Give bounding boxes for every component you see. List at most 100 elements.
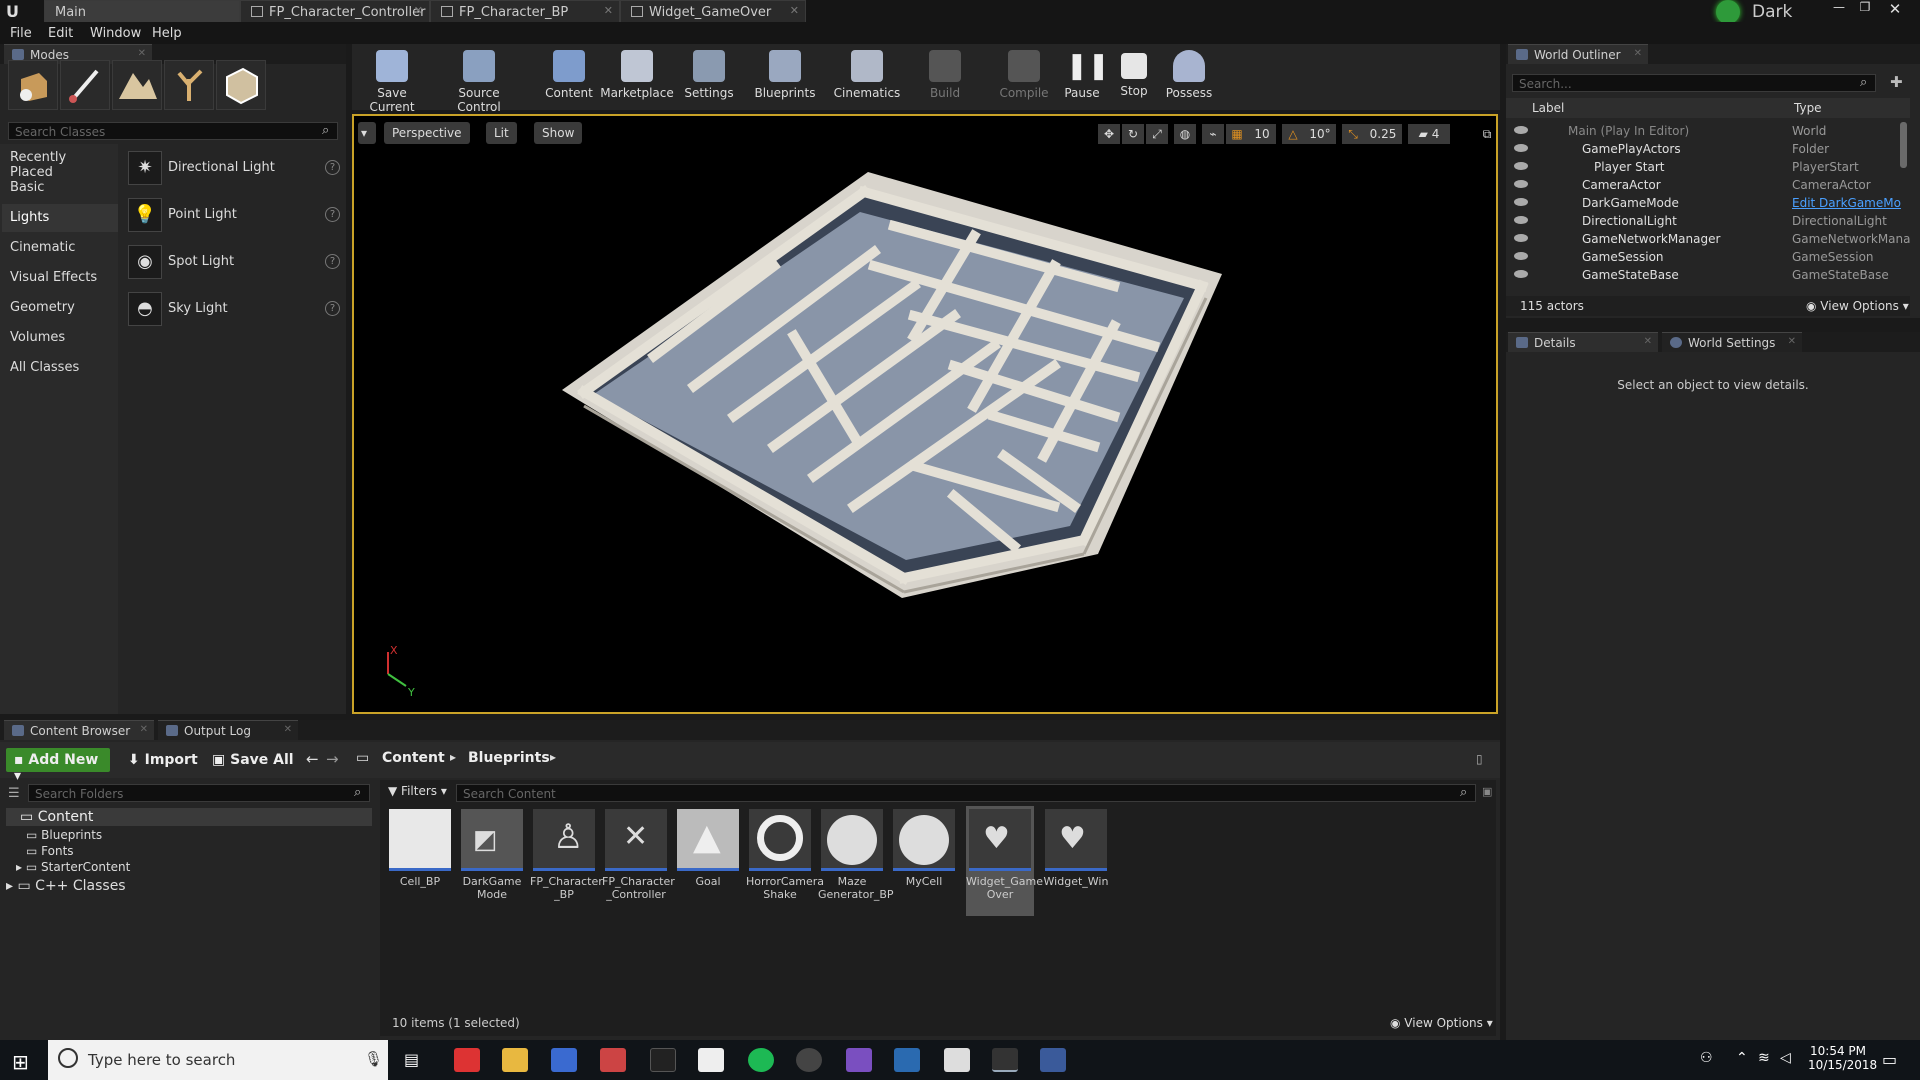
add-new-button[interactable]: ▪ Add New ▾ [6,748,110,784]
tab-details[interactable]: Details ✕ [1508,332,1658,352]
maximize-button[interactable]: ❐ [1854,0,1876,14]
sky-light-item[interactable]: ◓ Sky Light? [126,289,342,331]
tab-fp-character-bp[interactable]: FP_Character_BP ✕ [430,0,620,22]
breadcrumb-blueprints[interactable]: Blueprints [468,750,550,766]
app-icon[interactable] [698,1048,724,1072]
spot-light-item[interactable]: ◉ Spot Light? [126,242,342,284]
directional-light-item[interactable]: ✷ Directional Light? [126,148,342,190]
breadcrumb-content[interactable]: Content [382,750,445,766]
tree-item-content[interactable]: ▭ Content [6,808,372,826]
tab-fp-character-controller[interactable]: FP_Character_Controller ✕ [240,0,430,22]
tab-widget-gameover[interactable]: Widget_GameOver ✕ [620,0,806,22]
outliner-row[interactable]: DarkGameMode Edit DarkGameMo [1508,194,1908,212]
asset-widget-win[interactable]: ♥ Widget_Win [1042,806,1110,916]
import-button[interactable]: ⬇ Import [120,748,206,772]
asset-horrorcamerashake[interactable]: HorrorCamera Shake [746,806,824,916]
outliner-row[interactable]: GamePlayActors Folder [1508,140,1908,158]
visibility-icon[interactable] [1514,234,1528,242]
chevron-up-icon[interactable]: ⌃ [1736,1050,1748,1066]
asset-mazegenerator-bp[interactable]: Maze Generator_BP [818,806,894,916]
save-all-button[interactable]: ▣ Save All [204,748,302,772]
help-icon[interactable]: ? [325,160,340,175]
foliage-mode-icon[interactable] [164,60,214,110]
compile-button[interactable]: Compile [996,48,1052,108]
tab-content-browser[interactable]: Content Browser ✕ [4,720,154,740]
content-button[interactable]: Content [542,48,596,108]
clock[interactable]: 10:54 PM 10/15/2018 [1808,1044,1877,1072]
outliner-search-input[interactable]: Search... [1512,74,1876,92]
notifications-icon[interactable]: ▭ [1882,1050,1897,1069]
slack-icon[interactable] [796,1048,822,1072]
visibility-icon[interactable] [1514,252,1528,260]
tab-main[interactable]: Main [44,0,240,22]
people-icon[interactable]: ⚇ [1700,1050,1713,1066]
menu-file[interactable]: File [10,26,32,41]
outliner-row[interactable]: DirectionalLight DirectionalLight [1508,212,1908,230]
search-classes-input[interactable]: Search Classes [8,122,338,140]
possess-button[interactable]: Possess [1164,48,1214,108]
wifi-icon[interactable]: ≋ [1758,1050,1770,1066]
minimize-button[interactable]: — [1828,0,1850,14]
visibility-icon[interactable] [1514,216,1528,224]
save-current-button[interactable]: Save Current [356,48,428,114]
tree-item-cpp-classes[interactable]: ▸ ▭ C++ Classes [6,878,126,894]
search-content-input[interactable]: Search Content [456,784,1476,802]
asset-darkgamemode[interactable]: ◩ DarkGame Mode [458,806,526,916]
marketplace-button[interactable]: Marketplace [600,48,674,108]
place-mode-icon[interactable] [8,60,58,110]
category-all-classes[interactable]: All Classes [2,354,118,382]
outliner-scrollbar[interactable] [1900,122,1907,168]
landscape-mode-icon[interactable] [112,60,162,110]
microphone-icon[interactable]: 🎙 [364,1050,383,1068]
outliner-row[interactable]: CameraActor CameraActor [1508,176,1908,194]
tree-item-fonts[interactable]: ▭ Fonts [26,844,74,858]
stop-button[interactable]: Stop [1112,48,1156,108]
close-window-button[interactable]: ✕ [1884,0,1906,18]
content-view-options[interactable]: ◉ View Options ▾ [1390,1016,1493,1030]
point-light-item[interactable]: 💡 Point Light? [126,195,342,237]
category-cinematic[interactable]: Cinematic [2,234,118,262]
visibility-icon[interactable] [1514,144,1528,152]
help-icon[interactable]: ? [325,254,340,269]
close-icon[interactable]: ✕ [604,4,613,17]
tree-item-blueprints[interactable]: ▭ Blueprints [26,828,102,842]
app-icon[interactable] [944,1048,970,1072]
category-visual-effects[interactable]: Visual Effects [2,264,118,292]
edit-gamemode-link[interactable]: Edit DarkGameMo [1792,196,1901,210]
cinematics-button[interactable]: Cinematics [832,48,902,108]
settings-button[interactable]: Settings [680,48,738,108]
outliner-view-options[interactable]: ◉ View Options ▾ [1806,299,1909,313]
geometry-mode-icon[interactable] [216,60,266,110]
outliner-row[interactable]: GameNetworkManager GameNetworkMana [1508,230,1911,248]
category-geometry[interactable]: Geometry [2,294,118,322]
outliner-row[interactable]: GameStateBase GameStateBase [1508,266,1908,284]
visibility-icon[interactable] [1514,126,1528,134]
source-control-button[interactable]: Source Control [436,48,522,114]
menu-help[interactable]: Help [152,26,182,41]
close-icon[interactable]: ✕ [414,4,423,17]
chrome-icon[interactable] [454,1048,480,1072]
store-icon[interactable] [551,1048,577,1072]
forward-arrow-icon[interactable]: → [326,750,339,768]
asset-cell-bp[interactable]: Cell_BP [386,806,454,916]
windows-start-icon[interactable]: ⊞ [12,1050,29,1074]
visibility-icon[interactable] [1514,198,1528,206]
close-icon[interactable]: ✕ [790,4,799,17]
asset-mycell[interactable]: MyCell [890,806,958,916]
lock-icon[interactable]: ▯ [1476,752,1483,766]
file-explorer-icon[interactable] [502,1048,528,1072]
outliner-row[interactable]: GameSession GameSession [1508,248,1908,266]
toggle-sources-icon[interactable]: ☰ [8,786,20,801]
back-arrow-icon[interactable]: ← [306,750,319,768]
column-type[interactable]: Type [1794,101,1822,115]
paint-mode-icon[interactable] [60,60,110,110]
visibility-icon[interactable] [1514,180,1528,188]
asset-goal[interactable]: ▲ Goal [674,806,742,916]
visual-studio-icon[interactable] [846,1048,872,1072]
blueprints-button[interactable]: Blueprints [752,48,818,108]
save-search-icon[interactable]: ▣ [1482,785,1492,798]
app-icon[interactable] [894,1048,920,1072]
category-basic[interactable]: Basic [2,174,118,202]
visibility-icon[interactable] [1514,270,1528,278]
category-volumes[interactable]: Volumes [2,324,118,352]
